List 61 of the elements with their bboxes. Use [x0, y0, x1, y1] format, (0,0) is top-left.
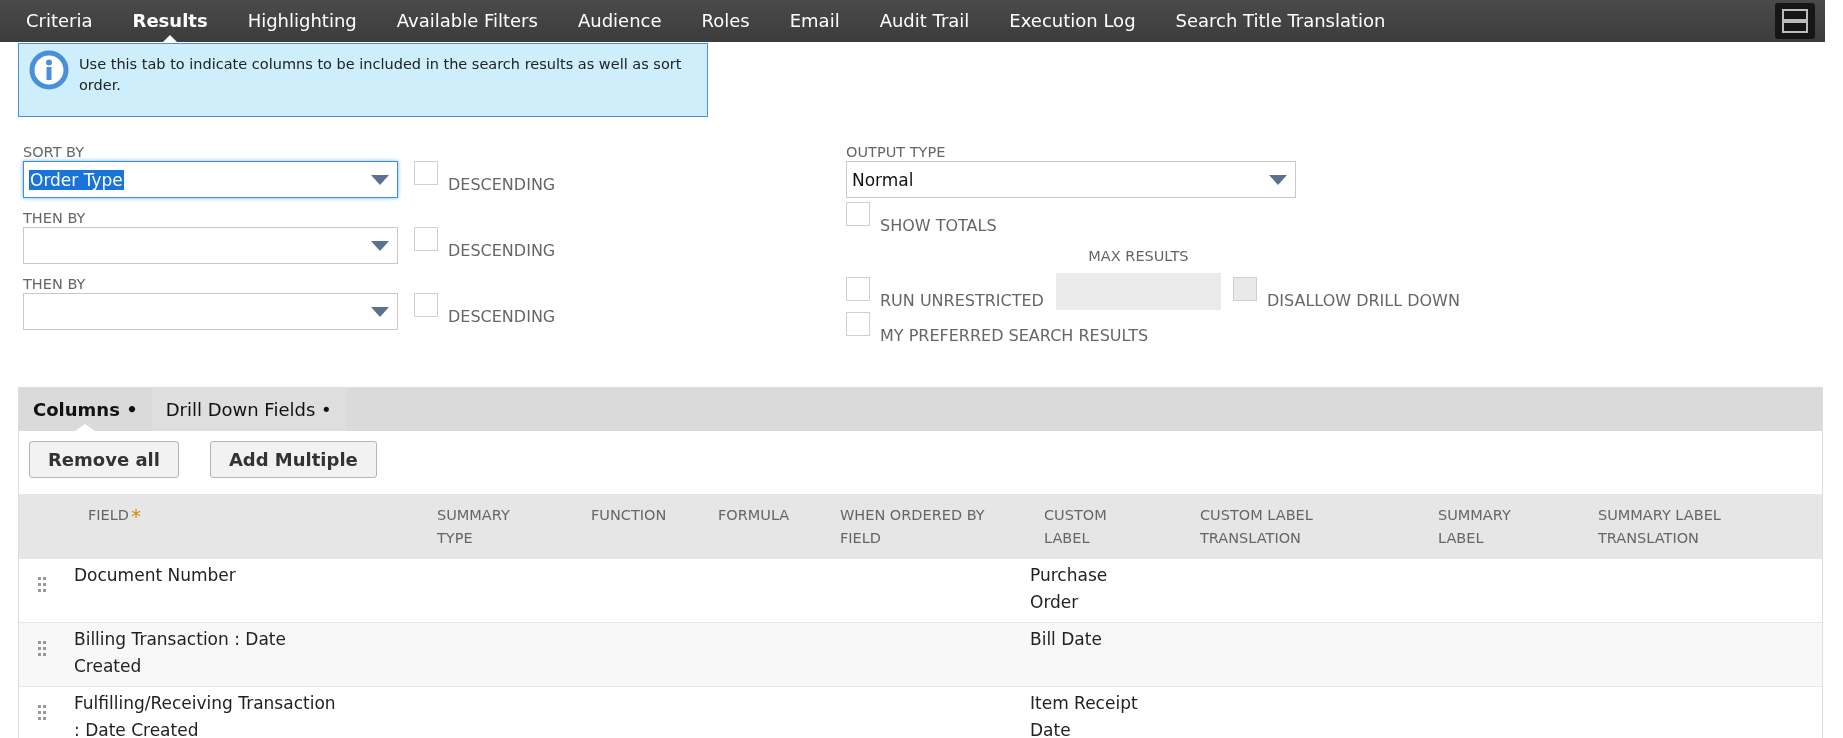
tab[interactable]: Audit Trail — [863, 0, 986, 42]
table-cell-text: Billing Transaction : Date Created — [74, 628, 287, 678]
checkbox[interactable] — [414, 293, 438, 317]
action-button[interactable]: Add Multiple — [209, 441, 377, 478]
info-icon — [29, 50, 69, 90]
checkbox-label: DESCENDING — [448, 241, 556, 260]
checkbox-label: RUN UNRESTRICTED — [880, 291, 1044, 310]
drag-handle-icon[interactable] — [37, 576, 47, 592]
table-cell-text: Bill Date — [1030, 628, 1103, 651]
tab[interactable]: Results — [116, 0, 224, 42]
checkbox-label: DESCENDING — [448, 175, 556, 194]
checkbox-label: DISALLOW DRILL DOWN — [1266, 291, 1460, 310]
column-header: CUSTOM LABEL TRANSLATION — [1200, 506, 1314, 548]
info-message: Use this tab to indicate columns to be included in the search results as well as sort order. — [79, 55, 683, 95]
checkbox-label: SHOW TOTALS — [880, 216, 997, 235]
output-type-select[interactable]: Normal — [846, 161, 1296, 198]
action-button[interactable]: Remove all — [29, 441, 179, 478]
required-mark: * — [131, 504, 142, 528]
checkbox[interactable] — [846, 277, 870, 301]
column-header: SUMMARY TYPE — [437, 506, 511, 548]
tab[interactable]: Search Title Translation — [1159, 0, 1402, 42]
checkbox-label: DESCENDING — [448, 307, 556, 326]
subtab[interactable]: Drill Down Fields • — [151, 388, 346, 431]
dropdown-caret-icon — [371, 240, 389, 251]
column-header: SUMMARY LABEL TRANSLATION — [1598, 506, 1722, 548]
column-header: CUSTOM LABEL — [1044, 506, 1108, 548]
layout-toggle-button[interactable] — [1775, 3, 1815, 39]
table-cell-text: Item Receipt Date — [1030, 692, 1139, 738]
field-label: SORT BY — [23, 143, 86, 161]
tab[interactable]: Highlighting — [231, 0, 373, 42]
column-header: FUNCTION — [591, 506, 667, 525]
field-label: OUTPUT TYPE — [846, 143, 947, 161]
checkbox[interactable] — [414, 161, 438, 185]
checkbox[interactable] — [414, 227, 438, 251]
tab[interactable]: Criteria — [10, 0, 109, 42]
dropdown-caret-icon — [371, 306, 389, 317]
dropdown-caret-icon — [371, 174, 389, 185]
drag-handle-icon[interactable] — [37, 704, 47, 720]
sort-select[interactable] — [23, 227, 398, 264]
field-label: MAX RESULTS — [1088, 247, 1189, 265]
table-cell-text: Document Number — [74, 564, 237, 587]
field-label: THEN BY — [23, 275, 87, 293]
checkbox[interactable] — [846, 202, 870, 226]
table-cell-text: Fulfilling/Receiving Transaction : Date Created — [74, 692, 337, 738]
tab[interactable]: Execution Log — [993, 0, 1152, 42]
tab[interactable]: Audience — [561, 0, 678, 42]
dropdown-caret-icon — [1269, 174, 1287, 185]
table-cell-text: Purchase Order — [1030, 564, 1109, 614]
sort-select[interactable] — [23, 293, 398, 330]
field-label: THEN BY — [23, 209, 87, 227]
sort-select[interactable]: Order Type — [23, 161, 398, 198]
column-header: FORMULA — [718, 506, 790, 525]
column-header: FIELD — [88, 506, 130, 525]
drag-handle-icon[interactable] — [37, 640, 47, 656]
checkbox[interactable] — [846, 312, 870, 336]
tab[interactable]: Roles — [685, 0, 766, 42]
tab[interactable]: Available Filters — [380, 0, 554, 42]
column-header: SUMMARY LABEL — [1438, 506, 1512, 548]
tab[interactable]: Email — [773, 0, 856, 42]
checkbox-label: MY PREFERRED SEARCH RESULTS — [880, 326, 1149, 345]
column-header: WHEN ORDERED BY FIELD — [840, 506, 986, 548]
